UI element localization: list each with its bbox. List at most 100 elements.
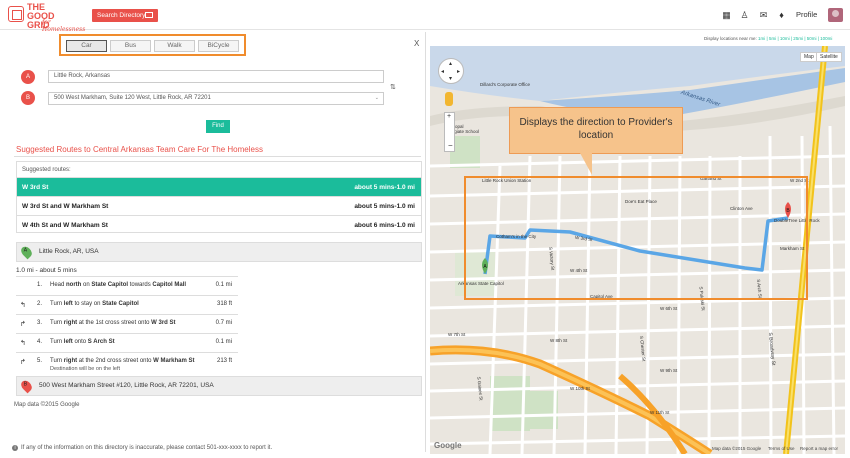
step-distance: 0.1 mi: [215, 339, 232, 345]
step-text: Turn left to stay on State Capitol: [50, 301, 139, 307]
travel-mode-group: Car Bus Walk BiCycle: [59, 34, 246, 56]
route-info: about 6 mins-1.0 mi: [354, 222, 415, 229]
end-point-label: 500 West Markham Street #120, Little Roc…: [39, 382, 214, 389]
turn-right-icon: ↱: [20, 321, 26, 328]
route-info: about 5 mins-1.0 mi: [354, 184, 415, 191]
footnote: i If any of the information on this direc…: [12, 445, 272, 451]
map-label: W 10th St: [570, 386, 590, 391]
direction-step[interactable]: ↱ 5. Turn right at the 2nd cross street …: [16, 353, 238, 377]
pan-right-icon: ▸: [457, 69, 461, 75]
radius-options[interactable]: 1mi | 5mi | 10mi | 25mi | 50mi | 100mi: [758, 36, 832, 41]
step-bold: W Markham St: [153, 358, 195, 364]
step-text: Head north on State Capitol towards Capi…: [50, 282, 186, 288]
step-text: Turn right at the 1st cross street onto …: [50, 320, 176, 326]
step-bold: north: [66, 282, 82, 288]
marker-letter: B: [23, 381, 28, 388]
avatar[interactable]: [828, 8, 843, 22]
routes-header: Suggested routes:: [17, 162, 421, 178]
report-error-link[interactable]: Report a map error: [800, 446, 838, 451]
logo-tagline: for Homelessness: [42, 19, 86, 33]
mode-bicycle-button[interactable]: BiCycle: [198, 40, 239, 52]
close-button[interactable]: X: [414, 39, 419, 48]
footnote-text: If any of the information on this direct…: [21, 445, 273, 451]
mode-walk-button[interactable]: Walk: [154, 40, 195, 52]
grid-menu-icon[interactable]: ▦: [722, 11, 731, 20]
turn-left-icon: ↰: [20, 340, 26, 347]
step-number: 2.: [37, 301, 43, 307]
end-point: B 500 West Markham Street #120, Little R…: [16, 376, 422, 396]
logo[interactable]: THE GOOD GRID for Homelessness: [8, 3, 85, 33]
directions-steps: 1. Head north on State Capitol towards C…: [16, 276, 238, 377]
map-label: W 6th St: [660, 306, 678, 311]
pan-up-icon: ▴: [449, 61, 453, 67]
marker-b-icon: B: [19, 378, 34, 394]
bell-icon[interactable]: ♦: [777, 11, 786, 20]
step-mid: onto: [72, 339, 88, 345]
direction-step[interactable]: ↰ 4. Turn left onto S Arch St 0.1 mi: [16, 334, 238, 353]
destination-value: 500 West Markham, Suite 120 West, Little…: [54, 95, 211, 101]
step-mid: on: [81, 282, 92, 288]
users-icon[interactable]: ♙: [740, 11, 749, 20]
step-note: Destination will be on the left: [50, 366, 121, 372]
step-bold: left: [63, 339, 73, 345]
zoom-out-icon[interactable]: −: [448, 141, 453, 150]
turn-left-icon: ↰: [20, 302, 26, 309]
search-directory-label: Search Directory: [97, 12, 146, 19]
map-footer-data: Map data ©2015 Google: [712, 446, 762, 451]
step-distance: 0.7 mi: [215, 320, 232, 326]
step-bold: W 3rd St: [151, 320, 176, 326]
step-bold: right: [63, 320, 78, 326]
find-button[interactable]: Find: [206, 120, 230, 133]
step-distance: 0.1 mi: [215, 282, 232, 288]
step-bold: State Capitol: [91, 282, 129, 288]
step-mid: towards: [128, 282, 153, 288]
divider: [14, 156, 421, 157]
destination-select[interactable]: 500 West Markham, Suite 120 West, Little…: [48, 92, 384, 105]
direction-step[interactable]: ↰ 2. Turn left to stay on State Capitol …: [16, 296, 238, 315]
mode-bus-button[interactable]: Bus: [110, 40, 151, 52]
terms-link[interactable]: Terms of Use: [768, 446, 795, 451]
pegman-icon[interactable]: [445, 92, 453, 106]
callout-pointer: [580, 153, 592, 175]
route-option[interactable]: W 3rd St about 5 mins-1.0 mi: [17, 178, 421, 197]
profile-link[interactable]: Profile: [796, 10, 817, 19]
pan-down-icon: ▾: [449, 76, 453, 82]
step-text: Turn right at the 2nd cross street onto …: [50, 358, 195, 364]
step-bold: Capitol Mall: [152, 282, 187, 288]
card-icon: [145, 12, 153, 18]
direction-step[interactable]: 1. Head north on State Capitol towards C…: [16, 277, 238, 296]
step-number: 1.: [37, 282, 43, 288]
route-option[interactable]: W 3rd St and W Markham St about 5 mins-1.…: [17, 197, 421, 216]
swap-icon[interactable]: ⇅: [390, 83, 396, 91]
search-directory-button[interactable]: Search Directory: [92, 9, 158, 22]
route-option[interactable]: W 4th St and W Markham St about 6 mins-1.…: [17, 216, 421, 235]
step-distance: 318 ft: [216, 301, 232, 307]
pan-left-icon: ◂: [441, 69, 445, 75]
zoom-in-icon[interactable]: +: [447, 113, 451, 120]
zoom-slider[interactable]: + −: [444, 112, 455, 152]
mail-icon[interactable]: ✉: [759, 11, 768, 20]
mode-car-button[interactable]: Car: [66, 40, 107, 52]
step-mid: at the 2nd cross street onto: [77, 358, 154, 364]
turn-right-icon: ↱: [20, 359, 26, 366]
route-info: about 5 mins-1.0 mi: [354, 203, 415, 210]
chevron-down-icon: ⌄: [374, 95, 379, 101]
step-distance: 213 ft: [216, 358, 232, 364]
map-type-satellite-button[interactable]: Satellite: [816, 52, 842, 62]
routes-list: Suggested routes: W 3rd St about 5 mins-1…: [16, 161, 422, 233]
step-pre: Turn: [50, 301, 64, 307]
origin-input[interactable]: Little Rock, Arkansas: [48, 70, 384, 83]
step-pre: Turn: [50, 339, 64, 345]
step-bold: S Arch St: [87, 339, 115, 345]
map-label: W 8th St: [550, 338, 568, 343]
origin-pin-icon: A: [21, 70, 35, 84]
map-footer: Map data ©2015 Google Terms of Use Repor…: [430, 444, 845, 454]
map-data-credit: Map data ©2015 Google: [14, 402, 80, 408]
step-mid: to stay on: [72, 301, 103, 307]
step-number: 3.: [37, 320, 43, 326]
step-pre: Turn: [50, 358, 64, 364]
top-bar: THE GOOD GRID for Homelessness Search Dir…: [0, 0, 850, 33]
pan-control[interactable]: ▴ ▾ ◂ ▸: [438, 58, 464, 84]
step-mid: at the 1st cross street onto: [77, 320, 152, 326]
direction-step[interactable]: ↱ 3. Turn right at the 1st cross street …: [16, 315, 238, 334]
